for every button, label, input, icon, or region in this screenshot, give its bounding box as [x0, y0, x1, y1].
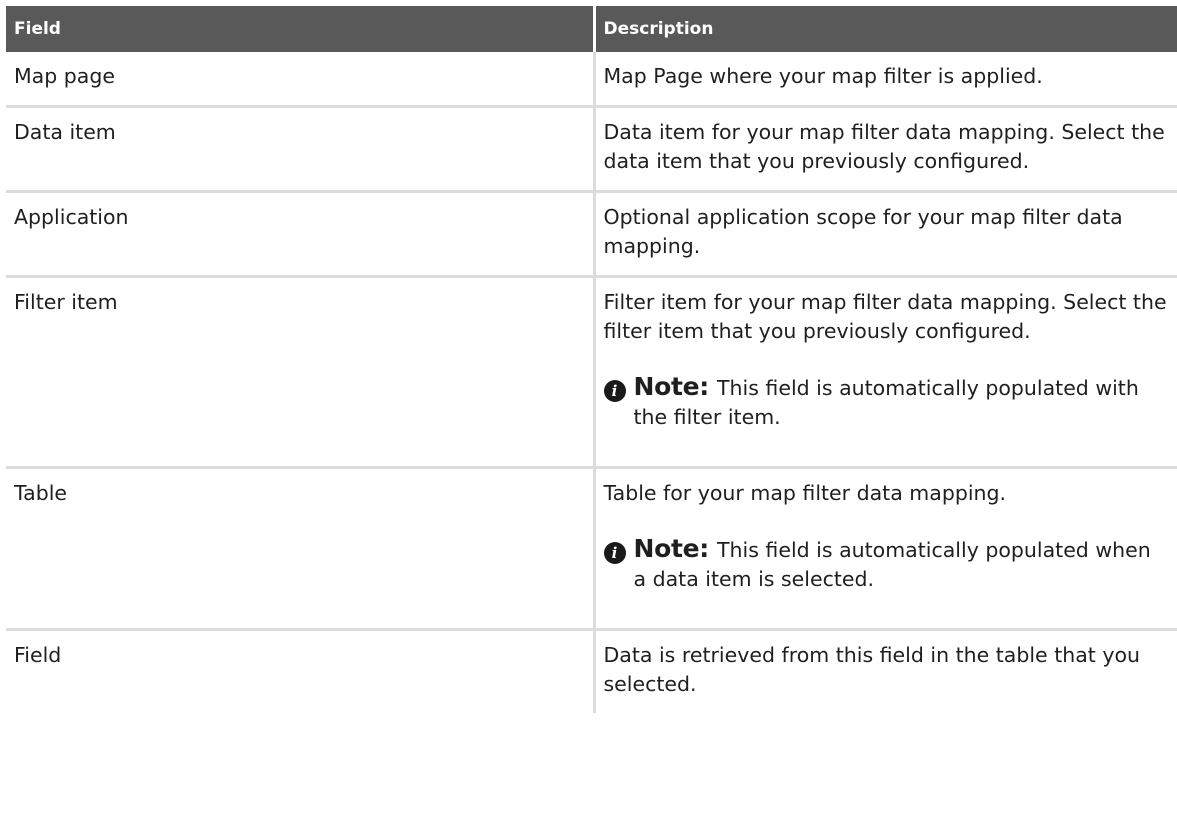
info-icon: i	[603, 542, 626, 564]
table-row-map-page: Map page Map Page where your map filter …	[6, 52, 1177, 108]
table-row-application: Application Optional application scope f…	[6, 191, 1177, 278]
note-body: Note: This field is automatically populat…	[634, 534, 1168, 594]
field-cell: Application	[6, 191, 596, 278]
field-cell: Map page	[6, 52, 596, 108]
table-header-row: Field Description	[6, 6, 1177, 52]
note-label: Note:	[633, 534, 710, 563]
note-callout: i Note: This field is automatically popul…	[603, 372, 1168, 432]
description-cell: Data item for your map filter data mappi…	[594, 106, 1177, 193]
field-cell: Table	[6, 467, 596, 631]
table-row-filter-item: Filter item Filter item for your map fil…	[6, 276, 1177, 469]
table-row-field: Field Data is retrieved from this field …	[6, 629, 1177, 714]
description-cell: Map Page where your map filter is applie…	[594, 52, 1177, 108]
description-text: Data item for your map filter data mappi…	[603, 120, 1165, 173]
description-text: Data is retrieved from this field in the…	[603, 643, 1141, 696]
note-label: Note:	[633, 372, 710, 401]
note-text: This field is automatically populated wi…	[633, 376, 1139, 429]
note-text: This field is automatically populated wh…	[633, 538, 1151, 591]
table-row-data-item: Data item Data item for your map filter …	[6, 106, 1177, 193]
description-text: Table for your map filter data mapping.	[603, 481, 1007, 505]
description-text: Optional application scope for your map …	[603, 205, 1123, 258]
description-text: Map Page where your map filter is applie…	[603, 64, 1043, 88]
description-text: Filter item for your map filter data map…	[603, 290, 1167, 343]
table-body: Map page Map Page where your map filter …	[6, 52, 1177, 713]
info-icon: i	[603, 380, 626, 402]
table-header: Field Description	[6, 6, 1177, 52]
field-cell: Field	[6, 629, 596, 713]
table-row-table: Table Table for your map filter data map…	[6, 467, 1177, 631]
documentation-page: Field Description Map page Map Page wher…	[0, 0, 1177, 818]
description-cell: Filter item for your map filter data map…	[594, 276, 1177, 469]
note-callout: i Note: This field is automatically popul…	[603, 534, 1168, 594]
note-body: Note: This field is automatically populat…	[634, 372, 1168, 432]
field-cell: Data item	[6, 106, 596, 193]
description-cell: Optional application scope for your map …	[594, 191, 1177, 278]
field-cell: Filter item	[6, 276, 596, 469]
description-cell: Data is retrieved from this field in the…	[594, 630, 1177, 714]
description-cell: Table for your map filter data mapping. …	[594, 467, 1177, 631]
column-header-description: Description	[594, 6, 1177, 52]
field-description-table: Field Description Map page Map Page wher…	[6, 6, 1177, 713]
column-header-field: Field	[6, 6, 596, 52]
